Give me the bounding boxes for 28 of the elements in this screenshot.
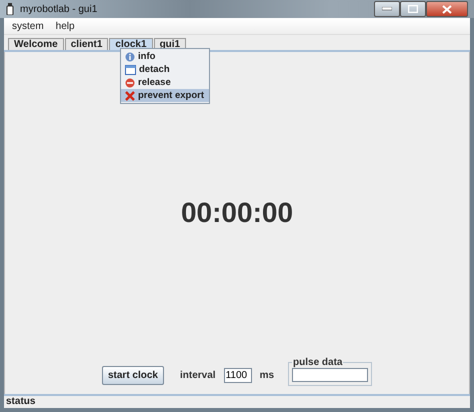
menu-item[interactable]: detach <box>121 63 209 76</box>
maximize-icon <box>408 5 418 13</box>
tab[interactable]: client1 <box>64 38 108 50</box>
menu-item[interactable]: info <box>121 50 209 63</box>
close-icon <box>125 90 135 100</box>
clock-time: 00:00:00 <box>180 197 294 230</box>
info-icon <box>125 52 135 62</box>
menu-item[interactable]: release <box>121 76 209 89</box>
interval-label: interval <box>180 370 216 381</box>
pulse-data-field[interactable] <box>292 368 368 382</box>
unit-label: ms <box>260 370 274 381</box>
minimize-icon <box>382 7 392 11</box>
interval-field[interactable]: 1100 <box>224 368 252 383</box>
window-icon <box>125 64 136 74</box>
status-bar: status <box>4 394 470 408</box>
window-title: myrobotlab - gui1 <box>20 4 98 14</box>
menu-item[interactable]: prevent export <box>121 89 209 102</box>
minimize-button[interactable] <box>374 1 400 17</box>
close-button[interactable] <box>426 1 468 17</box>
tab[interactable]: Welcome <box>8 38 64 50</box>
maximize-button[interactable] <box>400 1 426 17</box>
remove-icon <box>125 78 135 88</box>
menu-item[interactable]: system <box>12 20 44 32</box>
group-title: pulse data <box>292 356 344 368</box>
close-icon <box>442 4 452 14</box>
bottle-icon <box>6 3 14 15</box>
menu-item[interactable]: help <box>56 20 75 32</box>
start-clock-button[interactable]: start clock <box>102 366 164 385</box>
